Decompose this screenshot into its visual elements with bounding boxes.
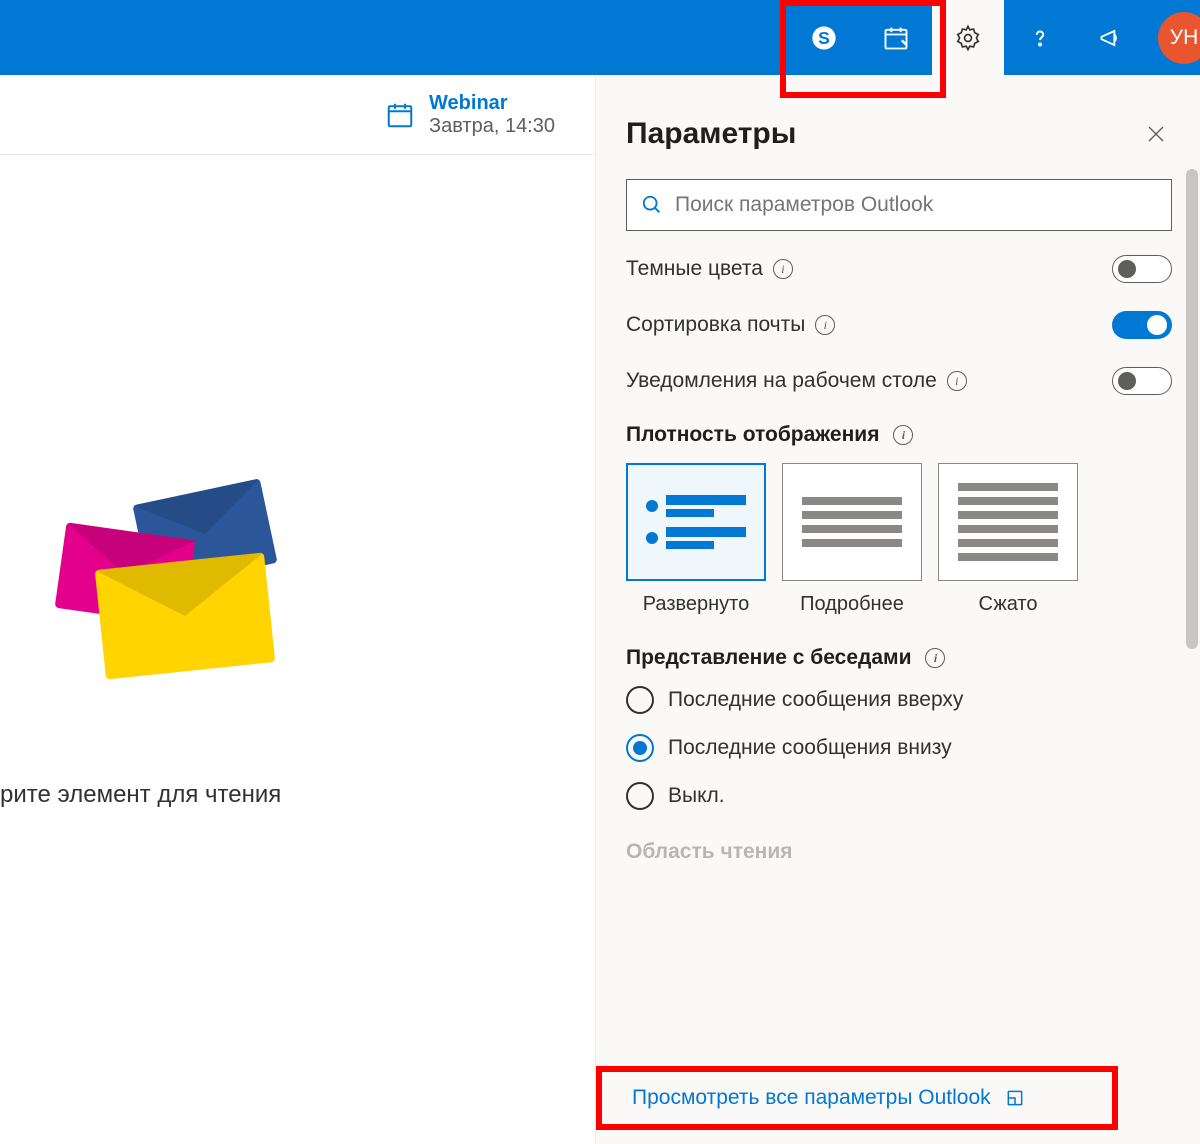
skype-icon[interactable]: S <box>788 0 860 75</box>
reading-pane: Webinar Завтра, 14:30 рите элемент для ч… <box>0 75 596 1144</box>
empty-illustration <box>30 491 290 691</box>
density-label-2: Сжато <box>938 593 1078 616</box>
conv-option-newest-top[interactable]: Последние сообщения вверху <box>626 686 1172 714</box>
density-option-compact[interactable] <box>938 463 1078 581</box>
density-label-0: Развернуто <box>626 593 766 616</box>
conversation-view-title: Представление с беседами <box>626 646 911 670</box>
help-icon[interactable] <box>1004 0 1076 75</box>
conv-option-newest-bottom[interactable]: Последние сообщения внизу <box>626 734 1172 762</box>
scrollbar-thumb[interactable] <box>1186 169 1198 649</box>
settings-search[interactable] <box>626 179 1172 231</box>
settings-icon[interactable] <box>932 0 1004 75</box>
reminder-title: Webinar <box>429 92 555 115</box>
calendar-icon <box>385 100 415 130</box>
conv-option-off[interactable]: Выкл. <box>626 782 1172 810</box>
info-icon[interactable]: i <box>947 371 967 391</box>
view-all-settings-link[interactable]: Просмотреть все параметры Outlook <box>626 1074 1172 1122</box>
focused-inbox-toggle[interactable] <box>1112 311 1172 339</box>
avatar[interactable]: УН <box>1158 12 1200 64</box>
settings-panel: Параметры Темные цвета i Сортировка почт… <box>596 75 1200 1144</box>
close-icon[interactable] <box>1140 118 1172 150</box>
empty-state-text: рите элемент для чтения <box>0 781 281 809</box>
density-option-full[interactable] <box>626 463 766 581</box>
desktop-notifications-toggle[interactable] <box>1112 367 1172 395</box>
density-option-medium[interactable] <box>782 463 922 581</box>
app-header: S УН <box>0 0 1200 75</box>
calendar-quick-icon[interactable] <box>860 0 932 75</box>
calendar-reminder[interactable]: Webinar Завтра, 14:30 <box>0 75 595 155</box>
info-icon[interactable]: i <box>893 425 913 445</box>
search-input[interactable] <box>675 193 1157 217</box>
focused-inbox-label: Сортировка почты <box>626 313 805 337</box>
reminder-subtitle: Завтра, 14:30 <box>429 115 555 138</box>
density-label-1: Подробнее <box>782 593 922 616</box>
svg-text:S: S <box>818 27 830 47</box>
megaphone-icon[interactable] <box>1076 0 1148 75</box>
density-section-title: Плотность отображения <box>626 423 879 447</box>
info-icon[interactable]: i <box>925 648 945 668</box>
popout-icon <box>1005 1088 1025 1108</box>
info-icon[interactable]: i <box>815 315 835 335</box>
info-icon[interactable]: i <box>773 259 793 279</box>
reading-pane-section-title: Область чтения <box>626 840 1172 864</box>
desktop-notifications-label: Уведомления на рабочем столе <box>626 369 937 393</box>
search-icon <box>641 194 663 216</box>
dark-mode-toggle[interactable] <box>1112 255 1172 283</box>
panel-title: Параметры <box>626 117 796 151</box>
dark-mode-label: Темные цвета <box>626 257 763 281</box>
